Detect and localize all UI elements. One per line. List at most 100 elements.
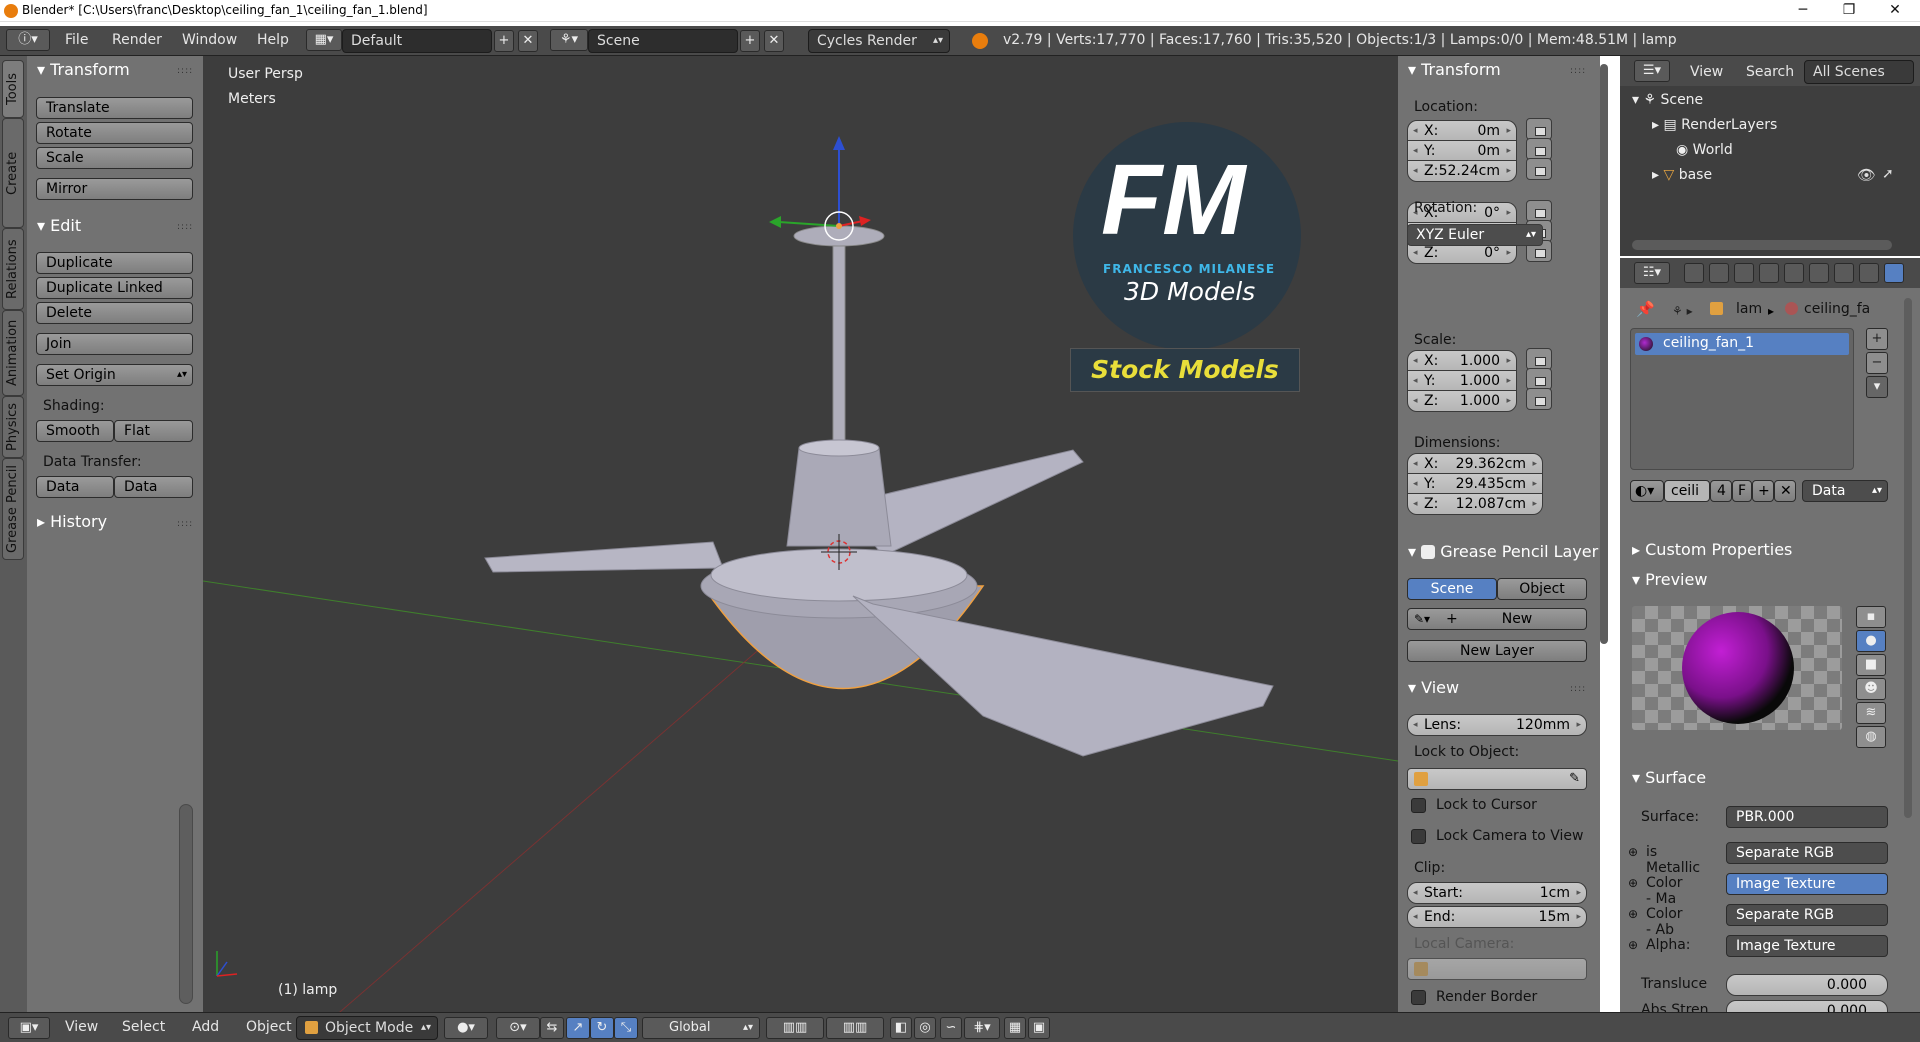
expand-input-icon[interactable]: ⊕ bbox=[1628, 938, 1638, 952]
clip-start-field[interactable]: ◂ Start: 1cm ▸ bbox=[1407, 882, 1587, 904]
preview-monkey-icon[interactable]: ☻ bbox=[1856, 678, 1886, 700]
menu-help[interactable]: Help bbox=[257, 32, 289, 48]
n-region-scrollbar[interactable] bbox=[1600, 64, 1608, 644]
render-border-checkbox[interactable] bbox=[1411, 990, 1426, 1005]
rotate-manipulator-icon[interactable]: ↻ bbox=[590, 1017, 614, 1039]
data-context-tab-icon[interactable] bbox=[1859, 263, 1879, 283]
data-transfer-button[interactable]: Data bbox=[36, 476, 114, 498]
menu-object[interactable]: Object bbox=[246, 1019, 292, 1035]
world-context-tab-icon[interactable] bbox=[1759, 263, 1779, 283]
viewport-shading-icon[interactable]: ●▾ bbox=[444, 1017, 488, 1039]
surface-input-link-select[interactable]: Image Texture bbox=[1726, 873, 1888, 895]
scale-button[interactable]: Scale bbox=[36, 147, 193, 169]
shade-smooth-button[interactable]: Smooth bbox=[36, 420, 114, 442]
breadcrumb-material[interactable]: ceiling_fa bbox=[1804, 301, 1870, 317]
layout-remove-icon[interactable]: ✕ bbox=[518, 30, 538, 52]
data-transfer-layout-button[interactable]: Data Layo bbox=[114, 476, 193, 498]
manipulator-toggle-icon[interactable]: ⇆ bbox=[540, 1017, 564, 1039]
fake-user-toggle[interactable]: F bbox=[1732, 480, 1752, 502]
translate-button[interactable]: Translate bbox=[36, 97, 193, 119]
gp-new-button[interactable]: ✎▾ + New bbox=[1407, 608, 1587, 630]
constraints-context-tab-icon[interactable] bbox=[1809, 263, 1829, 283]
scale-y-field[interactable]: ◂ Y: 1.000 ▸ bbox=[1407, 370, 1517, 392]
history-panel-header[interactable]: ▸ History bbox=[37, 512, 107, 531]
opengl-render-icon[interactable]: ▦ bbox=[1004, 1017, 1026, 1039]
duplicate-linked-button[interactable]: Duplicate Linked bbox=[36, 277, 193, 299]
local-camera-field[interactable] bbox=[1407, 958, 1587, 980]
location-lock-icon[interactable] bbox=[1526, 158, 1552, 180]
translate-manipulator-icon[interactable]: ↗ bbox=[566, 1017, 590, 1039]
tab-relations[interactable]: Relations bbox=[2, 228, 24, 310]
close-button[interactable]: ✕ bbox=[1872, 0, 1918, 22]
layout-add-icon[interactable]: + bbox=[494, 30, 514, 52]
editor-type-info-icon[interactable]: ⓘ▾ bbox=[6, 29, 50, 51]
material-link-select[interactable]: Data ▴▾ bbox=[1802, 480, 1888, 502]
menu-render[interactable]: Render bbox=[112, 32, 162, 48]
preview-panel-header[interactable]: ▾ Preview bbox=[1632, 570, 1707, 589]
location-lock-icon[interactable] bbox=[1526, 118, 1552, 140]
transform-orientation-select[interactable]: Global ▴▾ bbox=[642, 1017, 760, 1039]
editor-type-3d-icon[interactable]: ▣▾ bbox=[8, 1017, 50, 1039]
dimensions-x-field[interactable]: ◂ X: 29.362cm ▸ bbox=[1407, 453, 1543, 475]
material-users-count[interactable]: 4 bbox=[1710, 480, 1732, 502]
render-layers-context-tab-icon[interactable] bbox=[1709, 263, 1729, 283]
layout-browse-icon[interactable]: ▦▾ bbox=[306, 29, 342, 51]
material-context-tab-icon[interactable] bbox=[1884, 263, 1904, 283]
gp-new-layer-button[interactable]: New Layer bbox=[1407, 640, 1587, 662]
delete-button[interactable]: Delete bbox=[36, 302, 193, 324]
custom-properties-header[interactable]: ▸ Custom Properties bbox=[1632, 540, 1792, 559]
drag-handle-icon[interactable]: :::: bbox=[1570, 684, 1586, 694]
location-z-field[interactable]: ◂ Z: 52.24cm ▸ bbox=[1407, 160, 1517, 182]
surface-shader-select[interactable]: PBR.000 bbox=[1726, 806, 1888, 828]
remove-slot-icon[interactable]: − bbox=[1866, 352, 1888, 374]
preview-hair-icon[interactable]: ≋ bbox=[1856, 702, 1886, 724]
shade-flat-button[interactable]: Flat bbox=[114, 420, 193, 442]
scale-x-field[interactable]: ◂ X: 1.000 ▸ bbox=[1407, 350, 1517, 372]
interaction-mode-select[interactable]: Object Mode ▴▾ bbox=[296, 1016, 438, 1040]
scene-add-icon[interactable]: + bbox=[740, 30, 760, 52]
material-slot-item[interactable]: ceiling_fan_1 bbox=[1635, 333, 1849, 355]
scene-remove-icon[interactable]: ✕ bbox=[764, 30, 784, 52]
opengl-anim-icon[interactable]: ▣ bbox=[1028, 1017, 1050, 1039]
menu-select[interactable]: Select bbox=[122, 1019, 165, 1035]
slot-specials-icon[interactable]: ▾ bbox=[1866, 376, 1888, 398]
selectability-cursor-icon[interactable]: ➚ bbox=[1882, 166, 1894, 182]
tab-tools[interactable]: Tools bbox=[2, 60, 24, 118]
gp-scene-toggle[interactable]: Scene bbox=[1407, 578, 1497, 600]
minimize-button[interactable]: ─ bbox=[1780, 0, 1826, 22]
surface-panel-header[interactable]: ▾ Surface bbox=[1632, 768, 1706, 787]
transform-panel-header[interactable]: ▾ Transform bbox=[37, 60, 130, 79]
properties-scrollbar[interactable] bbox=[1904, 298, 1912, 818]
unlink-material-icon[interactable]: ✕ bbox=[1774, 480, 1796, 502]
location-lock-icon[interactable] bbox=[1526, 138, 1552, 160]
proportional-edit-icon[interactable]: ◎ bbox=[914, 1017, 936, 1039]
scale-manipulator-icon[interactable]: ⤡ bbox=[614, 1017, 638, 1039]
scene-browse-icon[interactable]: ⚘▾ bbox=[550, 29, 588, 51]
rotate-button[interactable]: Rotate bbox=[36, 122, 193, 144]
dimensions-z-field[interactable]: ◂ Z: 12.087cm ▸ bbox=[1407, 493, 1543, 515]
scene-context-tab-icon[interactable] bbox=[1734, 263, 1754, 283]
visibility-eye-icon[interactable]: 👁 bbox=[1857, 166, 1876, 184]
lens-field[interactable]: ◂ Lens: 120mm ▸ bbox=[1407, 714, 1587, 736]
outliner-item-scene[interactable]: ▾ ⚘ Scene bbox=[1632, 92, 1703, 108]
breadcrumb-lamp[interactable]: lam bbox=[1736, 301, 1762, 317]
scene-name-field[interactable]: Scene bbox=[588, 29, 738, 53]
surface-input-link-select[interactable]: Separate RGB bbox=[1726, 842, 1888, 864]
rotation-lock-icon[interactable] bbox=[1526, 200, 1552, 222]
expand-input-icon[interactable]: ⊕ bbox=[1628, 907, 1638, 921]
surface-input-link-select[interactable]: Separate RGB bbox=[1726, 904, 1888, 926]
n-transform-header[interactable]: ▾ Transform bbox=[1408, 60, 1501, 79]
grease-pencil-header[interactable]: ▾ Grease Pencil Layer bbox=[1408, 542, 1598, 561]
mirror-button[interactable]: Mirror bbox=[36, 178, 193, 200]
duplicate-button[interactable]: Duplicate bbox=[36, 252, 193, 274]
render-context-tab-icon[interactable] bbox=[1684, 263, 1704, 283]
drag-handle-icon[interactable]: :::: bbox=[177, 519, 193, 529]
preview-flat-icon[interactable]: ▪ bbox=[1856, 606, 1886, 628]
location-x-field[interactable]: ◂ X: 0m ▸ bbox=[1407, 120, 1517, 142]
drag-handle-icon[interactable]: :::: bbox=[177, 222, 193, 232]
outliner-menu-search[interactable]: Search bbox=[1746, 64, 1794, 80]
pin-icon[interactable]: 📌 bbox=[1636, 300, 1655, 318]
clip-end-field[interactable]: ◂ End: 15m ▸ bbox=[1407, 906, 1587, 928]
properties-editor-icon[interactable]: ☷▾ bbox=[1634, 262, 1670, 284]
menu-view[interactable]: View bbox=[65, 1019, 98, 1035]
